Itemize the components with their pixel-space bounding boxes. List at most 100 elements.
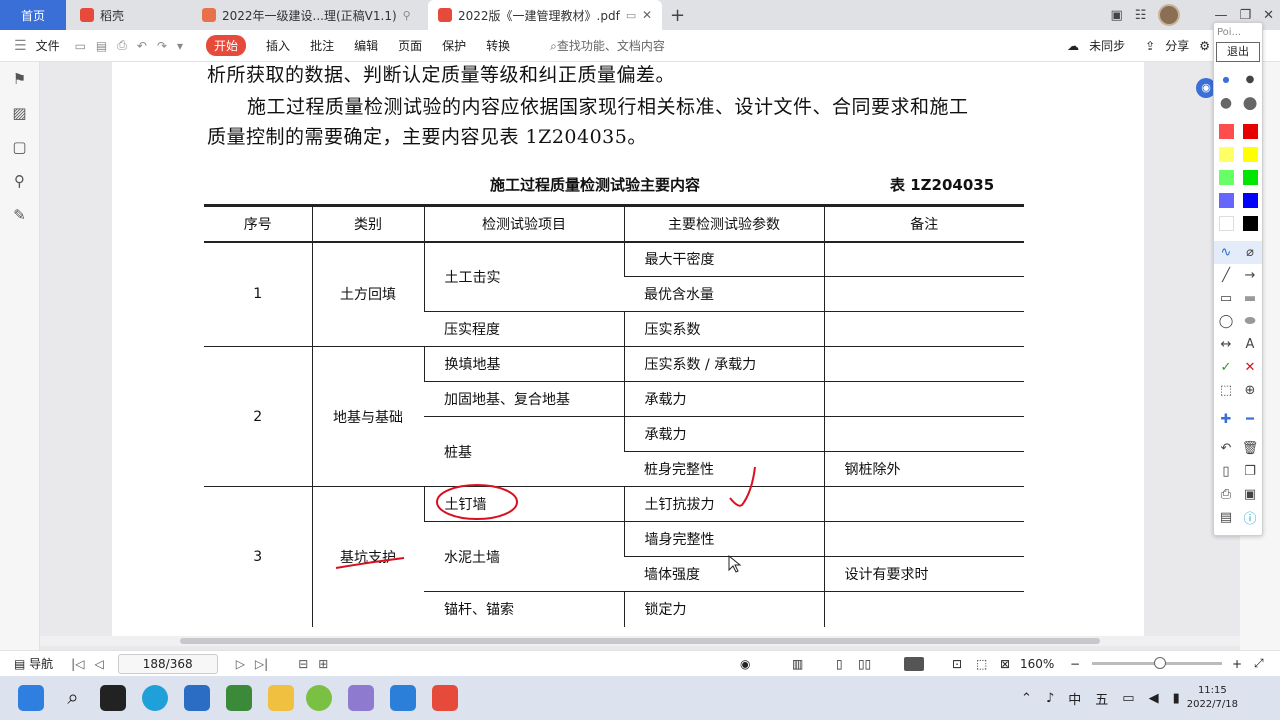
fit-page-icon[interactable]: ⬚ xyxy=(976,657,987,671)
search-box[interactable]: ⌕查找功能、文档内容 xyxy=(550,37,665,54)
tab-insert[interactable]: 插入 xyxy=(266,37,290,54)
rectangle-icon[interactable]: ▭ xyxy=(1217,291,1235,306)
search-icon[interactable]: ⌕ xyxy=(60,685,86,711)
minimize-icon[interactable]: — xyxy=(1214,8,1227,23)
line-icon[interactable]: ╱ xyxy=(1217,268,1235,283)
zoom-slider[interactable] xyxy=(1092,657,1222,669)
color-swatch[interactable] xyxy=(1242,147,1258,162)
microphone-icon[interactable]: ♪ xyxy=(1046,691,1054,706)
pen-size-small[interactable]: ● xyxy=(1217,75,1235,84)
cross-mark-icon[interactable]: ✕ xyxy=(1241,360,1259,375)
actual-size-icon[interactable]: ⊠ xyxy=(1000,657,1010,671)
fit-width-icon[interactable]: ⊡ xyxy=(952,657,962,671)
pdf-reader-icon[interactable] xyxy=(390,685,416,711)
undo-icon[interactable]: ↶ xyxy=(137,39,147,53)
settings-icon[interactable]: ⚙ xyxy=(1199,39,1210,53)
color-swatch[interactable] xyxy=(1218,147,1234,162)
plus-icon[interactable]: ✚ xyxy=(1217,412,1235,427)
pin-icon[interactable]: ⚲ xyxy=(403,9,411,22)
prev-view-icon[interactable]: ⊟ xyxy=(298,657,308,671)
tab-page[interactable]: 页面 xyxy=(398,37,422,54)
fullscreen-icon[interactable]: ⤢ xyxy=(1254,656,1264,671)
skin-icon[interactable]: ☷ xyxy=(1135,8,1147,23)
hamburger-icon[interactable]: ☰ xyxy=(14,38,27,54)
color-swatch[interactable] xyxy=(1218,170,1234,185)
tab-convert[interactable]: 转换 xyxy=(486,37,510,54)
file-menu[interactable]: 文件 xyxy=(36,37,60,54)
zoom-level[interactable]: 160% xyxy=(1020,657,1054,671)
print-icon[interactable]: ⎙ xyxy=(117,38,127,53)
bookmark-icon[interactable]: ⚑ xyxy=(0,62,39,96)
share-button[interactable]: ⇪ 分享 xyxy=(1135,37,1189,54)
filled-rectangle-icon[interactable]: ▬ xyxy=(1241,291,1259,306)
paint-icon[interactable] xyxy=(348,685,374,711)
open-folder-icon[interactable]: ▭ xyxy=(75,39,86,53)
page-number-input[interactable]: 188/368 xyxy=(117,653,218,674)
undo-icon[interactable]: ↶ xyxy=(1217,441,1235,456)
store-icon[interactable] xyxy=(184,685,210,711)
filled-ellipse-icon[interactable]: ⬬ xyxy=(1241,314,1259,329)
exit-button[interactable]: 退出 xyxy=(1216,42,1260,62)
save-icon[interactable]: ▤ xyxy=(96,39,107,53)
tab-annotate[interactable]: 批注 xyxy=(310,37,334,54)
double-page-icon[interactable]: ▯▯ xyxy=(858,657,871,671)
next-view-icon[interactable]: ⊞ xyxy=(318,657,328,671)
close-window-icon[interactable]: ✕ xyxy=(1263,8,1274,23)
wps-icon[interactable] xyxy=(432,685,458,711)
color-swatch[interactable] xyxy=(1242,170,1258,185)
color-swatch[interactable] xyxy=(1218,216,1234,231)
zoom-in-icon[interactable]: + xyxy=(1232,657,1242,671)
task-view-icon[interactable] xyxy=(100,685,126,711)
prev-page-icon[interactable]: ◁ xyxy=(94,657,103,671)
edge-icon[interactable] xyxy=(142,685,168,711)
copy-icon[interactable]: ❐ xyxy=(1241,464,1259,479)
zoom-out-icon[interactable]: − xyxy=(1070,657,1080,671)
tab-protect[interactable]: 保护 xyxy=(442,37,466,54)
select-area-icon[interactable]: ⬚ xyxy=(1217,383,1235,398)
trash-icon[interactable]: 🗑 xyxy=(1241,441,1259,456)
arrow-icon[interactable]: → xyxy=(1241,268,1259,283)
ime-chinese[interactable]: 中 xyxy=(1068,689,1081,708)
tab-home[interactable]: 首页 xyxy=(0,0,66,30)
double-arrow-icon[interactable]: ↔ xyxy=(1217,337,1235,352)
eye-icon[interactable]: ◉ xyxy=(740,657,750,671)
folder-icon[interactable] xyxy=(268,685,294,711)
battery-icon[interactable]: ▮ xyxy=(1173,691,1180,706)
ime-wubi[interactable]: 五 xyxy=(1095,689,1108,708)
chevron-up-icon[interactable]: ⌃ xyxy=(1021,691,1032,706)
magnifier-icon[interactable]: ⊕ xyxy=(1241,383,1259,398)
color-swatch[interactable] xyxy=(1242,216,1258,231)
print-icon[interactable]: ⎙ xyxy=(1217,487,1235,502)
first-page-icon[interactable]: |◁ xyxy=(71,657,84,671)
comment-icon[interactable]: ▢ xyxy=(0,130,39,164)
network-icon[interactable]: ▭ xyxy=(1122,691,1134,706)
more-icon[interactable]: ▾ xyxy=(177,39,183,53)
nav-toggle[interactable]: ▤ 导航 xyxy=(14,655,53,672)
windows-start-icon[interactable] xyxy=(18,685,44,711)
continuous-view-icon[interactable]: ▥ xyxy=(792,657,803,671)
pen-size-xlarge[interactable]: ● xyxy=(1241,93,1259,113)
sync-button[interactable]: ☁ 未同步 xyxy=(1057,37,1125,54)
scroll-thumb[interactable] xyxy=(180,638,1100,644)
layout-icon[interactable]: ▣ xyxy=(1110,8,1122,23)
spreadsheet-icon[interactable] xyxy=(226,685,252,711)
color-swatch[interactable] xyxy=(1242,193,1258,208)
play-button[interactable] xyxy=(904,656,924,671)
single-page-icon[interactable]: ▯ xyxy=(836,657,843,671)
restore-icon[interactable]: ❐ xyxy=(1239,8,1251,23)
ellipse-icon[interactable]: ◯ xyxy=(1217,314,1235,329)
tab-start[interactable]: 开始 xyxy=(206,35,247,56)
thumbnail-icon[interactable]: ▨ xyxy=(0,96,39,130)
signature-icon[interactable]: ✎ xyxy=(0,198,39,232)
screen-icon[interactable]: ▤ xyxy=(1217,510,1235,525)
color-swatch[interactable] xyxy=(1218,193,1234,208)
next-page-icon[interactable]: ▷ xyxy=(236,657,245,671)
tab-daoke[interactable]: 稻壳 xyxy=(70,0,188,30)
avatar[interactable] xyxy=(1158,4,1181,26)
window-icon[interactable]: ▭ xyxy=(626,9,636,22)
color-swatch[interactable] xyxy=(1218,124,1234,139)
new-page-icon[interactable]: ▯ xyxy=(1217,464,1235,479)
last-page-icon[interactable]: ▷| xyxy=(255,657,268,671)
clock[interactable]: 11:15 2022/7/18 xyxy=(1187,684,1238,712)
new-tab-button[interactable]: + xyxy=(670,5,685,26)
